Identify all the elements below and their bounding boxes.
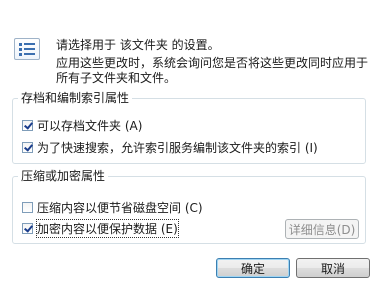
index-checkbox[interactable]	[22, 141, 33, 153]
compress-checkbox-label: 压缩内容以便节省磁盘空间 (C)	[37, 200, 203, 215]
intro-line2: 应用这些更改时，系统会询问您是否将这些更改同时应用于所有子文件夹和文件。	[56, 56, 369, 85]
archive-checkbox-label: 可以存档文件夹 (A)	[37, 118, 143, 133]
intro-line1: 请选择用于 该文件夹 的设置。	[56, 38, 220, 52]
details-button[interactable]: 详细信息(D)	[285, 219, 359, 239]
advanced-attributes-dialog: 请选择用于 该文件夹 的设置。 应用这些更改时，系统会询问您是否将这些更改同时应…	[0, 0, 384, 291]
archive-group-legend: 存档和编制索引属性	[18, 91, 133, 105]
ok-button[interactable]: 确定	[216, 258, 290, 278]
cancel-button[interactable]: 取消	[296, 258, 370, 278]
compress-encrypt-group: 压缩或加密属性 压缩内容以便节省磁盘空间 (C) 加密内容以便保护数据 (E) …	[12, 169, 366, 244]
encrypt-checkbox[interactable]	[22, 222, 33, 234]
compress-group-legend: 压缩或加密属性	[18, 169, 109, 183]
archive-index-group: 存档和编制索引属性 可以存档文件夹 (A) 为了快速搜索，允许索引服务编制该文件…	[12, 91, 366, 164]
encrypt-checkbox-row[interactable]: 加密内容以便保护数据 (E)	[22, 218, 179, 238]
intro-text: 请选择用于 该文件夹 的设置。 应用这些更改时，系统会询问您是否将这些更改同时应…	[56, 38, 376, 86]
encrypt-checkbox-label: 加密内容以便保护数据 (E)	[36, 218, 179, 238]
compress-checkbox[interactable]	[22, 201, 33, 213]
archive-checkbox-row[interactable]: 可以存档文件夹 (A)	[22, 117, 142, 133]
archive-checkbox[interactable]	[22, 119, 33, 131]
compress-checkbox-row[interactable]: 压缩内容以便节省磁盘空间 (C)	[22, 199, 203, 215]
index-checkbox-label: 为了快速搜索，允许索引服务编制该文件夹的索引 (I)	[37, 140, 318, 155]
index-checkbox-row[interactable]: 为了快速搜索，允许索引服务编制该文件夹的索引 (I)	[22, 139, 318, 155]
list-icon	[14, 38, 40, 60]
